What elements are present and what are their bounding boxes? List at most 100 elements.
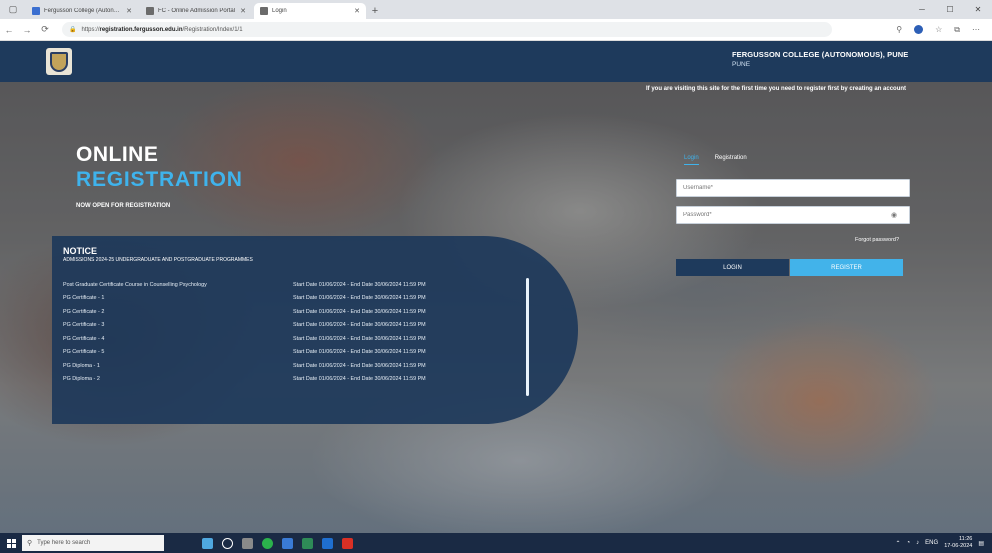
notice-dates: Start Date 01/06/2024 - End Date 30/06/2… — [293, 295, 426, 302]
clock-time: 11:26 — [958, 536, 973, 542]
register-button[interactable]: REGISTER — [790, 259, 903, 276]
forward-icon[interactable]: → — [18, 25, 36, 35]
college-city: PUNE — [732, 61, 751, 68]
notice-program: PG Diploma - 2 — [63, 376, 100, 383]
browser-tab-3[interactable]: Login ✕ — [254, 3, 366, 19]
notice-program: Post Graduate Certificate Course in Coun… — [63, 281, 207, 288]
favorites-icon[interactable]: ☆ — [935, 25, 942, 35]
app-icon[interactable] — [322, 537, 333, 549]
notice-program: PG Certificate - 1 — [63, 295, 105, 302]
notice-dates: Start Date 01/06/2024 - End Date 30/06/2… — [293, 308, 426, 315]
crest-icon — [50, 51, 68, 72]
back-icon[interactable]: ← — [0, 25, 18, 35]
close-window-icon[interactable]: ✕ — [964, 0, 992, 19]
network-icon[interactable]: ◔ — [907, 540, 911, 546]
browser-tab-2[interactable]: FC - Online Admission Portal ✕ — [140, 3, 252, 19]
weather-widget-icon[interactable] — [202, 537, 213, 549]
reload-icon[interactable]: ⟳ — [36, 24, 54, 35]
notice-row[interactable]: PG Certificate - 3 Start Date 01/06/2024 … — [63, 319, 493, 333]
close-icon[interactable]: ✕ — [240, 7, 246, 15]
page-content: FERGUSSON COLLEGE (AUTONOMOUS), PUNE PUN… — [0, 41, 992, 533]
app-icon[interactable] — [342, 537, 353, 549]
url-path: /Registration/Index/1/1 — [182, 26, 243, 33]
close-icon[interactable]: ✕ — [126, 7, 132, 15]
tab-title: Login — [272, 8, 287, 14]
window-controls: ─ ☐ ✕ — [908, 0, 992, 19]
notice-panel: NOTICE ADMISSIONS 2024-25 UNDERGRADUATE … — [52, 236, 578, 424]
clock-date: 17-06-2024 — [944, 543, 973, 549]
notice-title: NOTICE — [63, 246, 98, 256]
first-time-note: If you are visiting this site for the fi… — [646, 86, 907, 92]
task-view-icon[interactable] — [242, 537, 253, 549]
tab-registration[interactable]: Registration — [715, 155, 747, 165]
password-field[interactable] — [676, 206, 910, 224]
volume-icon[interactable]: ♪ — [916, 540, 919, 546]
notice-program: PG Certificate - 5 — [63, 349, 105, 356]
browser-tab-1[interactable]: Fergusson College (Autonomous) ✕ — [26, 3, 138, 19]
clock[interactable]: 11:26 17-06-2024 — [944, 536, 972, 550]
login-tabs: Login Registration — [684, 155, 747, 165]
notice-row[interactable]: Post Graduate Certificate Course in Coun… — [63, 278, 493, 292]
tab-title: Fergusson College (Autonomous) — [44, 8, 123, 14]
chevron-up-icon[interactable]: ⌃ — [896, 540, 901, 547]
college-name: FERGUSSON COLLEGE (AUTONOMOUS), PUNE — [732, 50, 909, 59]
search-icon: ⚲ — [27, 540, 33, 547]
cortana-icon[interactable] — [222, 537, 233, 549]
forgot-password-link[interactable]: Forgot password? — [855, 237, 899, 243]
notice-scrollbar[interactable] — [526, 278, 529, 396]
url-prefix: https:// — [81, 26, 100, 33]
tab-title: FC - Online Admission Portal — [158, 8, 236, 14]
notice-row[interactable]: PG Diploma - 2 Start Date 01/06/2024 - En… — [63, 373, 493, 387]
notice-program: PG Certificate - 2 — [63, 308, 105, 315]
tab-actions-icon[interactable]: ▢ — [0, 0, 26, 19]
taskbar-search-placeholder: Type here to search — [37, 540, 91, 546]
start-button[interactable] — [0, 533, 22, 553]
edge-browser-icon[interactable] — [262, 537, 273, 549]
username-field[interactable] — [676, 179, 910, 197]
notice-row[interactable]: PG Certificate - 1 Start Date 01/06/2024 … — [63, 292, 493, 306]
notice-dates: Start Date 01/06/2024 - End Date 30/06/2… — [293, 376, 426, 383]
hero-subtitle: NOW OPEN FOR REGISTRATION — [76, 203, 171, 209]
notice-dates: Start Date 01/06/2024 - End Date 30/06/2… — [293, 281, 426, 288]
notice-program: PG Diploma - 1 — [63, 362, 100, 369]
taskbar: ⚲ Type here to search ⌃ ◔ ♪ ENG 11:26 17… — [0, 533, 992, 553]
browser-toolbar: ← → ⟳ 🔒 https:// registration.fergusson.… — [0, 19, 992, 41]
settings-menu-icon[interactable]: ⋯ — [972, 25, 980, 35]
notice-program: PG Certificate - 4 — [63, 335, 105, 342]
app-icon[interactable] — [282, 537, 293, 549]
address-bar[interactable]: 🔒 https:// registration.fergusson.edu.in… — [62, 22, 832, 37]
notice-dates: Start Date 01/06/2024 - End Date 30/06/2… — [293, 322, 426, 329]
college-logo[interactable] — [46, 48, 72, 75]
maximize-icon[interactable]: ☐ — [936, 0, 964, 19]
taskbar-apps — [202, 537, 353, 549]
hero-title-line1: ONLINE — [76, 143, 159, 166]
toolbar-actions: ⚲ ☆ ⧉ ⋯ — [896, 24, 992, 35]
system-tray: ⌃ ◔ ♪ ENG 11:26 17-06-2024 ▤ — [896, 536, 992, 550]
app-icon[interactable] — [302, 537, 313, 549]
notice-row[interactable]: PG Diploma - 1 Start Date 01/06/2024 - En… — [63, 359, 493, 373]
taskbar-search[interactable]: ⚲ Type here to search — [22, 535, 164, 551]
profile-avatar[interactable] — [914, 24, 924, 34]
close-icon[interactable]: ✕ — [354, 7, 360, 15]
minimize-icon[interactable]: ─ — [908, 0, 936, 19]
hero-title-line2: REGISTRATION — [76, 168, 243, 191]
extensions-icon[interactable]: ⚲ — [896, 25, 902, 35]
notice-row[interactable]: PG Certificate - 5 Start Date 01/06/2024 … — [63, 346, 493, 360]
notice-row[interactable]: PG Certificate - 2 Start Date 01/06/2024 … — [63, 305, 493, 319]
notifications-icon[interactable]: ▤ — [978, 540, 984, 547]
login-button[interactable]: LOGIN — [676, 259, 789, 276]
tab-login[interactable]: Login — [684, 155, 699, 165]
tab-favicon-icon — [32, 7, 40, 15]
url-host: registration.fergusson.edu.in — [99, 26, 183, 33]
notice-dates: Start Date 01/06/2024 - End Date 30/06/2… — [293, 349, 426, 356]
notice-program: PG Certificate - 3 — [63, 322, 105, 329]
show-password-icon[interactable]: ◉ — [891, 211, 897, 219]
language-indicator[interactable]: ENG — [925, 540, 938, 546]
new-tab-button[interactable]: + — [368, 3, 382, 19]
site-header: FERGUSSON COLLEGE (AUTONOMOUS), PUNE PUN… — [0, 41, 992, 82]
browser-tab-bar: ▢ Fergusson College (Autonomous) ✕ FC - … — [0, 0, 992, 19]
notice-row[interactable]: PG Certificate - 4 Start Date 01/06/2024 … — [63, 332, 493, 346]
collections-icon[interactable]: ⧉ — [954, 25, 960, 35]
windows-logo-icon — [6, 538, 16, 548]
tab-favicon-icon — [260, 7, 268, 15]
